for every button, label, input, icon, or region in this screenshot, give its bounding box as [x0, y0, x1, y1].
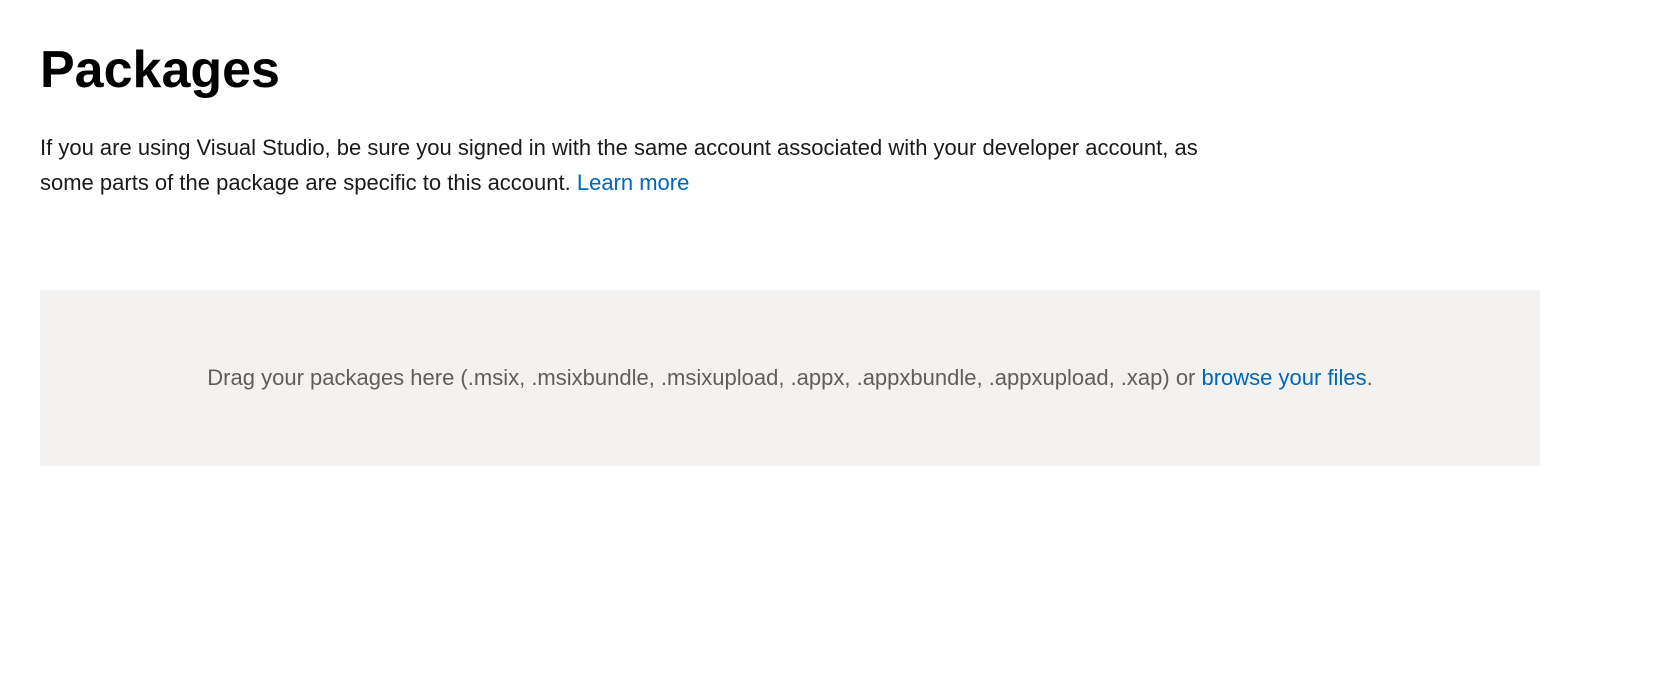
upload-drag-text: Drag your packages here (.msix, .msixbun…	[207, 365, 1201, 390]
package-upload-dropzone[interactable]: Drag your packages here (.msix, .msixbun…	[40, 290, 1540, 465]
upload-suffix: .	[1367, 365, 1373, 390]
learn-more-link[interactable]: Learn more	[577, 170, 690, 195]
browse-files-link[interactable]: browse your files	[1202, 365, 1367, 390]
upload-instructions: Drag your packages here (.msix, .msixbun…	[90, 360, 1490, 395]
page-title: Packages	[40, 40, 1639, 100]
description-text: If you are using Visual Studio, be sure …	[40, 130, 1240, 200]
packages-page: Packages If you are using Visual Studio,…	[40, 40, 1639, 466]
